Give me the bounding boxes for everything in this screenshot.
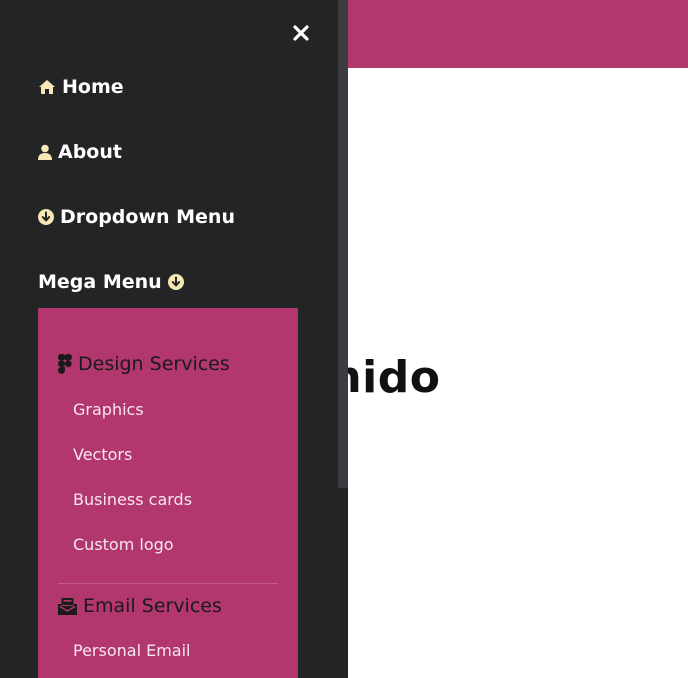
- figma-icon: [58, 354, 72, 374]
- nav-item-mega-menu[interactable]: Mega Menu: [38, 271, 184, 293]
- mega-category-email-services: Email Services: [58, 595, 222, 617]
- mega-link-graphics[interactable]: Graphics: [73, 400, 144, 419]
- mega-category-design-services: Design Services: [58, 353, 230, 375]
- close-icon: [293, 25, 309, 41]
- user-icon: [38, 144, 52, 160]
- nav-item-about[interactable]: About: [38, 141, 122, 163]
- mega-link-vectors[interactable]: Vectors: [73, 445, 132, 464]
- close-button[interactable]: [288, 20, 314, 46]
- mega-category-title: Design Services: [78, 353, 230, 375]
- nav-item-dropdown-menu[interactable]: Dropdown Menu: [38, 206, 235, 228]
- nav-item-home[interactable]: Home: [38, 76, 124, 98]
- nav-item-label: Dropdown Menu: [60, 206, 235, 228]
- nav-item-label: Mega Menu: [38, 271, 162, 293]
- mail-bulk-icon: [58, 597, 77, 615]
- side-drawer: Home About Dropdown Menu Mega Menu Desig…: [0, 0, 348, 678]
- mega-link-business-cards[interactable]: Business cards: [73, 490, 192, 509]
- arrow-circle-down-icon: [38, 209, 54, 225]
- nav-item-label: Home: [62, 76, 124, 98]
- drawer-scrollbar[interactable]: [338, 0, 348, 488]
- mega-link-personal-email[interactable]: Personal Email: [73, 641, 191, 660]
- mega-menu-panel: Design Services Graphics Vectors Busines…: [38, 308, 298, 678]
- home-icon: [38, 79, 56, 95]
- arrow-circle-down-icon: [167, 274, 184, 290]
- nav-item-label: About: [58, 141, 122, 163]
- mega-link-custom-logo[interactable]: Custom logo: [73, 535, 174, 554]
- mega-divider: [58, 583, 278, 584]
- mega-category-title: Email Services: [83, 595, 222, 617]
